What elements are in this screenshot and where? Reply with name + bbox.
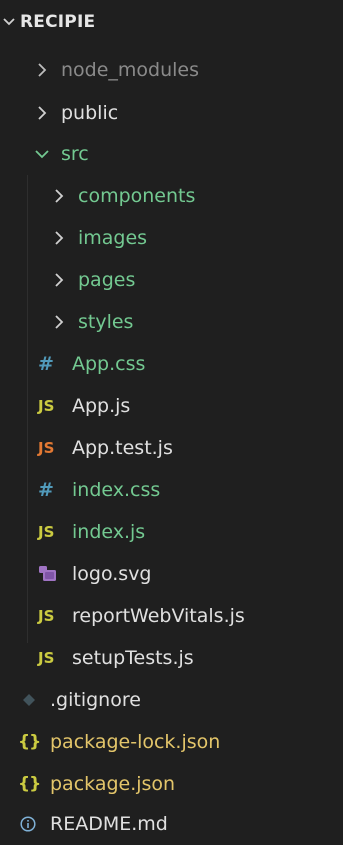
tree-item-styles[interactable]: styles <box>0 302 343 342</box>
js-icon: JS <box>38 397 55 415</box>
css-hash-icon: # <box>38 353 54 375</box>
tree-item-app-test-js[interactable]: JS App.test.js <box>0 428 343 468</box>
tree-item-index-css[interactable]: # index.css <box>0 470 343 510</box>
tree-item-label: styles <box>78 311 134 333</box>
tree-item-index-js[interactable]: JS index.js <box>0 512 343 552</box>
tree-item-label: pages <box>78 269 136 291</box>
tree-item-app-js[interactable]: JS App.js <box>0 386 343 426</box>
tree-item-label: App.css <box>72 353 146 375</box>
js-icon: JS <box>38 649 55 667</box>
git-icon <box>22 693 44 707</box>
chevron-down-icon <box>2 15 16 29</box>
chevron-right-icon <box>50 313 68 331</box>
tree-item-label: README.md <box>50 813 168 835</box>
tree-item-package-json[interactable]: {} package.json <box>0 764 343 804</box>
tree-item-gitignore[interactable]: .gitignore <box>0 680 343 720</box>
tree-item-label: reportWebVitals.js <box>72 605 245 627</box>
chevron-right-icon <box>50 229 68 247</box>
chevron-right-icon <box>50 271 68 289</box>
tree-item-label: src <box>61 143 89 165</box>
root-folder-label: RECIPIE <box>20 12 96 32</box>
svg-icon <box>38 565 66 583</box>
tree-item-images[interactable]: images <box>0 218 343 258</box>
tree-item-label: App.test.js <box>72 437 173 459</box>
tree-item-label: .gitignore <box>50 689 141 711</box>
tree-item-src[interactable]: src <box>0 134 343 174</box>
tree-item-label: index.js <box>72 521 146 543</box>
tree-item-pages[interactable]: pages <box>0 260 343 300</box>
css-hash-icon: # <box>38 479 54 501</box>
chevron-right-icon <box>33 61 51 79</box>
tree-item-label: package.json <box>50 773 176 795</box>
tree-item-label: package-lock.json <box>50 731 221 753</box>
info-icon <box>20 816 44 832</box>
json-braces-icon: {} <box>18 774 41 794</box>
tree-item-label: logo.svg <box>72 563 152 585</box>
tree-item-package-lock-json[interactable]: {} package-lock.json <box>0 722 343 762</box>
tree-item-app-css[interactable]: # App.css <box>0 344 343 384</box>
tree-item-report-web-vitals-js[interactable]: JS reportWebVitals.js <box>0 596 343 636</box>
js-icon: JS <box>38 607 55 625</box>
tree-item-label: setupTests.js <box>72 647 194 669</box>
js-icon: JS <box>38 523 55 541</box>
chevron-right-icon <box>50 187 68 205</box>
tree-item-components[interactable]: components <box>0 176 343 216</box>
tree-item-label: node_modules <box>61 59 200 81</box>
json-braces-icon: {} <box>18 732 41 752</box>
file-explorer: RECIPIE node_modules public src componen… <box>0 0 343 845</box>
tree-item-readme-md[interactable]: README.md <box>0 804 343 844</box>
tree-item-label: components <box>78 185 196 207</box>
tree-item-logo-svg[interactable]: logo.svg <box>0 554 343 594</box>
tree-item-public[interactable]: public <box>0 93 343 133</box>
chevron-right-icon <box>33 104 51 122</box>
tree-item-node-modules[interactable]: node_modules <box>0 50 343 90</box>
root-folder-header[interactable]: RECIPIE <box>0 0 343 44</box>
js-test-icon: JS <box>38 439 55 457</box>
tree-item-label: images <box>78 227 148 249</box>
tree-item-label: App.js <box>72 395 131 417</box>
tree-item-label: public <box>61 102 119 124</box>
tree-item-label: index.css <box>72 479 161 501</box>
tree-item-setup-tests-js[interactable]: JS setupTests.js <box>0 638 343 678</box>
chevron-down-icon <box>33 145 51 163</box>
